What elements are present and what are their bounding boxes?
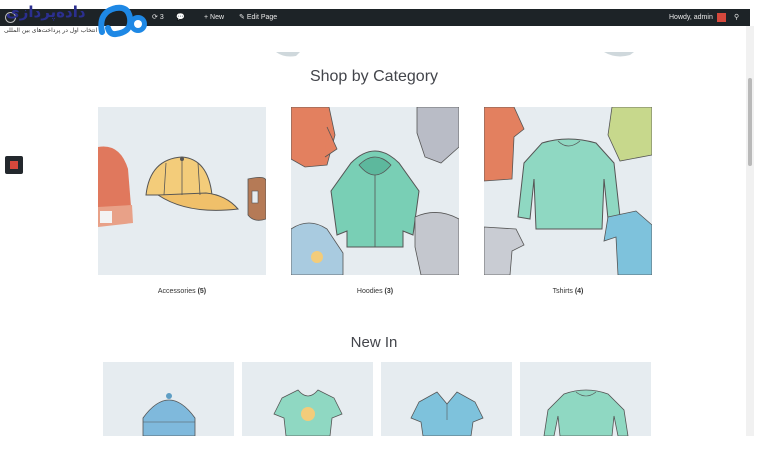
clothing-peek-right [604, 52, 634, 57]
new-label: New [210, 14, 225, 21]
tshirts-illustration [484, 107, 652, 275]
scrollbar[interactable] [746, 26, 754, 436]
search-icon[interactable]: ⚲ [734, 9, 739, 26]
updates-count: 3 [159, 14, 164, 21]
shop-by-category-title: Shop by Category [309, 68, 439, 85]
edit-page-item[interactable]: ✎ Edit Page [239, 9, 277, 26]
beanie-illustration [103, 362, 234, 436]
hoodies-illustration [291, 107, 459, 275]
category-accessories-image[interactable] [98, 107, 266, 275]
account-greeting[interactable]: Howdy, admin [669, 9, 713, 26]
product-tshirt-image[interactable] [242, 362, 373, 436]
new-item[interactable]: + New [204, 9, 224, 26]
product-polo-image[interactable] [381, 362, 512, 436]
polo-illustration [381, 362, 512, 436]
tshirt-illustration [242, 362, 373, 436]
stop-icon [10, 161, 18, 169]
pencil-icon: ✎ [239, 14, 245, 21]
category-tshirts-image[interactable] [484, 107, 652, 275]
longsleeve-illustration [520, 362, 651, 436]
product-beanie-image[interactable] [103, 362, 234, 436]
category-accessories-label[interactable]: Accessories (5) [98, 288, 266, 295]
screen: Shop by Category Accessories (5) Hoodies… [0, 0, 767, 450]
category-count: (4) [574, 288, 584, 295]
category-name: Accessories [157, 288, 196, 295]
clothing-peek-left [276, 52, 300, 57]
brand-logo-icon [98, 4, 147, 38]
category-name: Hoodies [356, 288, 383, 295]
brand-tagline: انتخاب اول در پرداخت‌های بین المللی [4, 27, 98, 34]
avatar[interactable] [717, 13, 726, 22]
category-hoodies-label[interactable]: Hoodies (3) [291, 288, 459, 295]
new-in-title: New In [350, 334, 398, 351]
category-count: (3) [384, 288, 394, 295]
bottom-frame [0, 436, 767, 450]
scrollbar-thumb[interactable] [748, 78, 752, 166]
plus-icon: + [204, 14, 209, 21]
product-longsleeve-image[interactable] [520, 362, 651, 436]
edit-page-label: Edit Page [246, 14, 278, 21]
accessories-illustration [98, 107, 266, 275]
side-toggle-button[interactable] [5, 156, 23, 174]
brand-name: داده‌پردازی [6, 3, 86, 21]
category-name: Tshirts [552, 288, 573, 295]
category-hoodies-image[interactable] [291, 107, 459, 275]
comment-icon[interactable]: 💬 [176, 9, 185, 26]
category-count: (5) [197, 288, 207, 295]
category-tshirts-label[interactable]: Tshirts (4) [484, 288, 652, 295]
brand-watermark: داده‌پردازی انتخاب اول در پرداخت‌های بین… [0, 0, 156, 40]
